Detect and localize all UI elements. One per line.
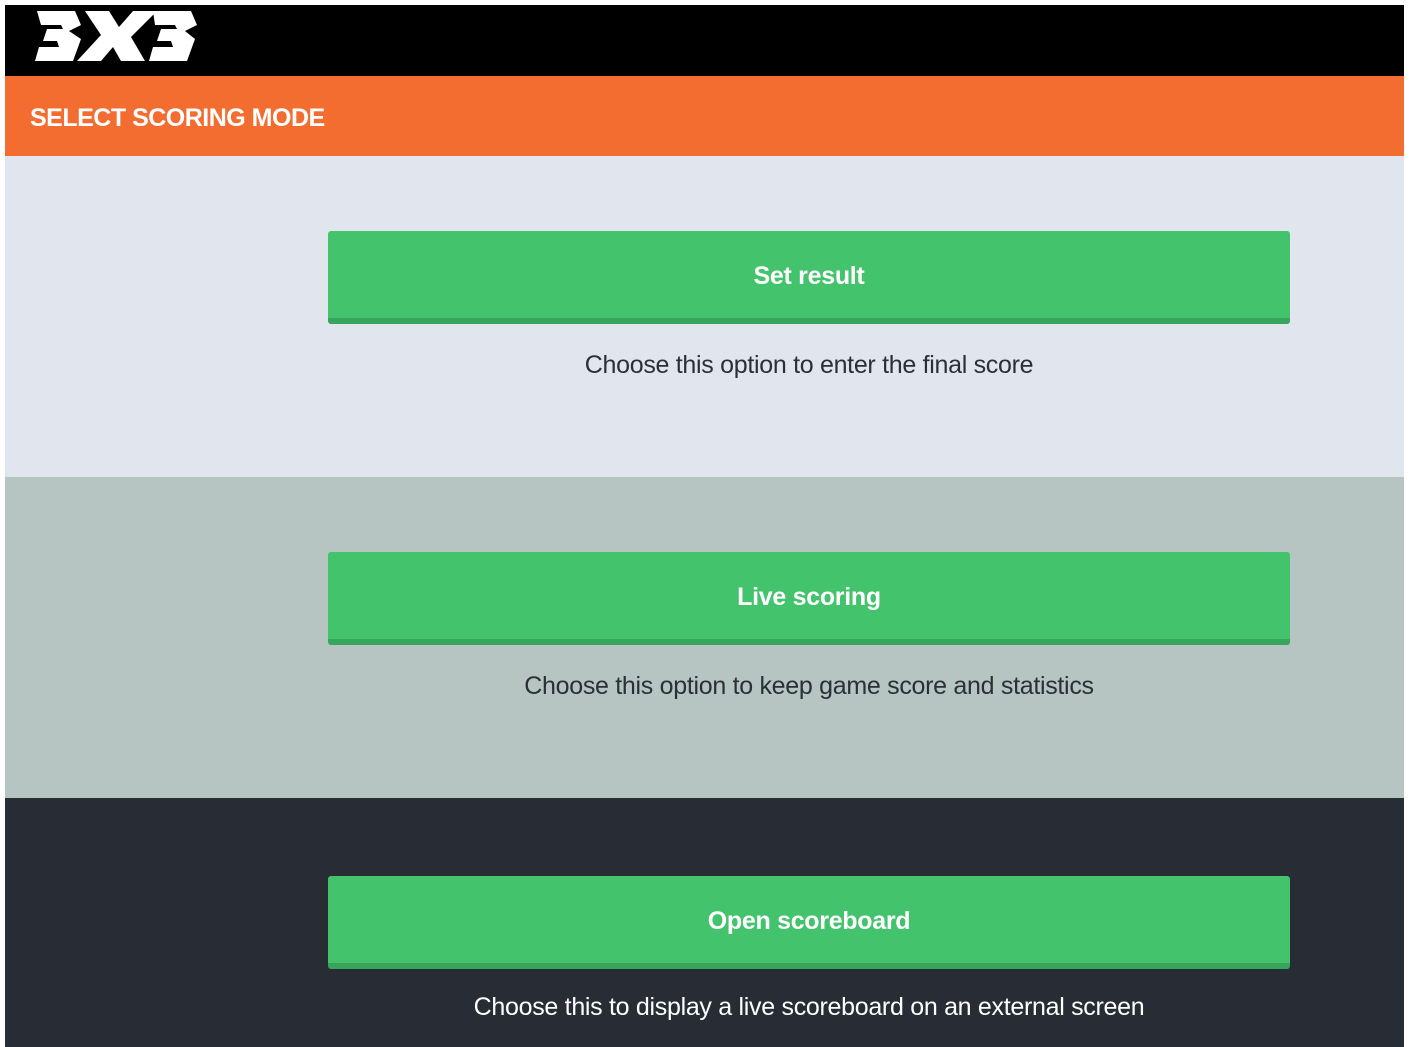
set-result-description: Choose this option to enter the final sc… [584, 351, 1034, 379]
live-scoring-description: Choose this option to keep game score an… [524, 672, 1094, 700]
fiba-3x3-logo-icon [35, 11, 197, 61]
open-scoreboard-button[interactable]: Open scoreboard [328, 876, 1290, 969]
page-title: SELECT SCORING MODE [30, 104, 325, 132]
page-header: SELECT SCORING MODE [5, 76, 1404, 156]
open-scoreboard-description: Choose this to display a live scoreboard… [473, 993, 1145, 1021]
mode-section-set-result: Set result Choose this option to enter t… [5, 156, 1404, 477]
live-scoring-button[interactable]: Live scoring [328, 552, 1290, 645]
top-bar [5, 5, 1404, 76]
mode-section-open-scoreboard: Open scoreboard Choose this to display a… [5, 798, 1404, 1047]
mode-section-live-scoring: Live scoring Choose this option to keep … [5, 477, 1404, 798]
set-result-button[interactable]: Set result [328, 231, 1290, 324]
app-frame: SELECT SCORING MODE Set result Choose th… [5, 5, 1404, 1047]
